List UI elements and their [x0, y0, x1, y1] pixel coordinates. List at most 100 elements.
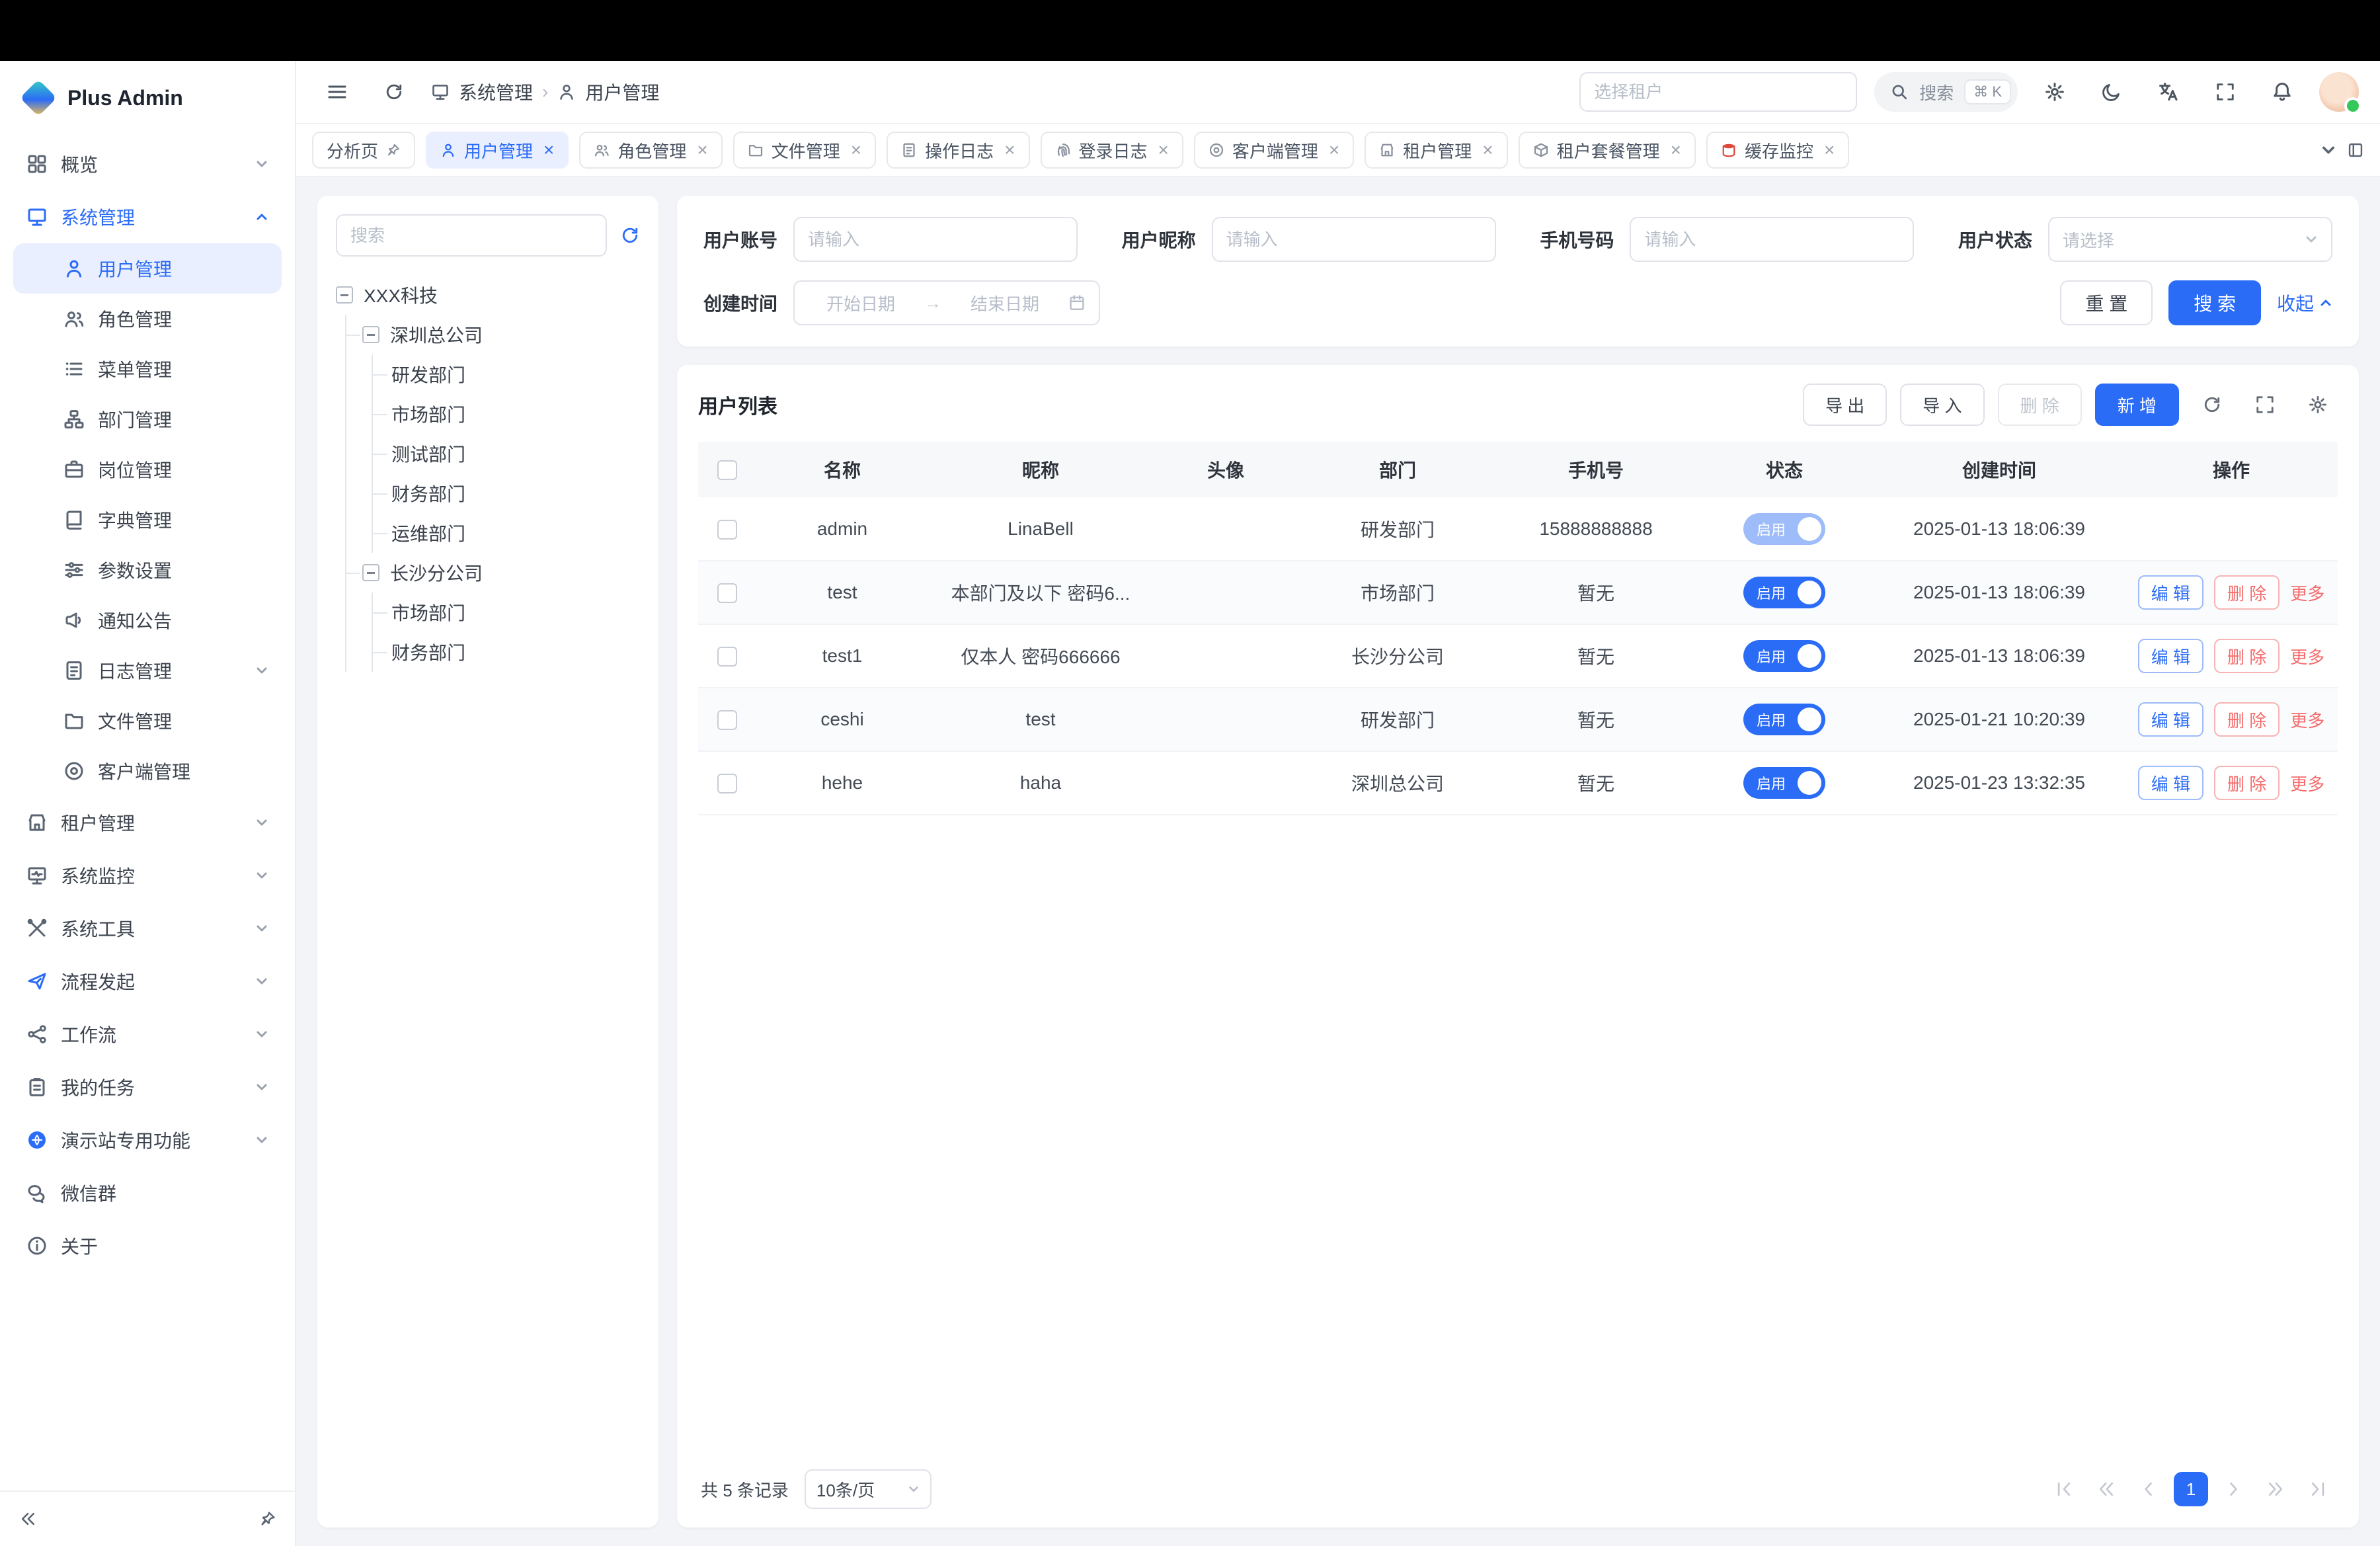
close-icon[interactable]: ×	[851, 141, 861, 159]
last-page-icon[interactable]	[2301, 1472, 2335, 1506]
sidebar-item-workflow[interactable]: 工作流	[13, 1008, 282, 1061]
sidebar-item-department-management[interactable]: 部门管理	[13, 394, 282, 444]
delete-button[interactable]: 删 除	[2214, 766, 2280, 800]
tree-node-dept[interactable]: 财务部门	[373, 632, 640, 672]
collapse-toggle-icon[interactable]	[362, 564, 379, 581]
search-button[interactable]: 搜 索	[2168, 280, 2261, 325]
next-jump-icon[interactable]	[2258, 1472, 2293, 1506]
sidebar-item-system-tools[interactable]: 系统工具	[13, 902, 282, 955]
sidebar-item-tenant-management[interactable]: 租户管理	[13, 796, 282, 849]
sidebar-item-post-management[interactable]: 岗位管理	[13, 444, 282, 495]
first-page-icon[interactable]	[2047, 1472, 2081, 1506]
close-icon[interactable]: ×	[1824, 141, 1835, 159]
status-toggle[interactable]: 启用	[1743, 640, 1825, 672]
more-button[interactable]: 更多	[2290, 581, 2324, 605]
status-toggle[interactable]: 启用	[1743, 513, 1825, 545]
close-icon[interactable]: ×	[1671, 141, 1681, 159]
row-checkbox[interactable]	[717, 774, 737, 793]
tabs-fullscreen-icon[interactable]	[2347, 142, 2364, 159]
dark-mode-moon-icon[interactable]	[2092, 72, 2131, 112]
edit-button[interactable]: 编 辑	[2138, 702, 2203, 737]
sidebar-item-param-settings[interactable]: 参数设置	[13, 545, 282, 595]
delete-button[interactable]: 删 除	[2214, 702, 2280, 737]
gear-icon[interactable]	[2035, 72, 2075, 112]
tab-client-management[interactable]: 客户端管理 ×	[1194, 132, 1354, 169]
add-button[interactable]: 新 增	[2095, 384, 2179, 426]
row-checkbox[interactable]	[717, 647, 737, 667]
tenant-select-input[interactable]	[1579, 72, 1857, 112]
sidebar-item-client-management[interactable]: 客户端管理	[13, 746, 282, 796]
date-range-picker[interactable]: 开始日期 → 结束日期	[793, 280, 1100, 325]
select-all-checkbox[interactable]	[717, 460, 737, 480]
tree-node-company[interactable]: 长沙分公司	[346, 553, 640, 592]
tree-node-dept[interactable]: 研发部门	[373, 354, 640, 394]
fullscreen-icon[interactable]	[2245, 385, 2285, 425]
tab-file-management[interactable]: 文件管理 ×	[733, 132, 876, 169]
sidebar-item-demo-features[interactable]: 演示站专用功能	[13, 1114, 282, 1166]
status-toggle[interactable]: 启用	[1743, 704, 1825, 735]
sidebar-item-my-tasks[interactable]: 我的任务	[13, 1061, 282, 1114]
edit-button[interactable]: 编 辑	[2138, 766, 2203, 800]
row-checkbox[interactable]	[717, 710, 737, 730]
account-input[interactable]	[793, 217, 1078, 262]
chevron-down-icon[interactable]	[2320, 142, 2336, 158]
tab-login-log[interactable]: 登录日志 ×	[1041, 132, 1183, 169]
status-select[interactable]: 请选择	[2048, 217, 2332, 262]
breadcrumb-item[interactable]: 系统管理	[459, 79, 533, 105]
tree-node-dept[interactable]: 市场部门	[373, 592, 640, 632]
global-search[interactable]: 搜索 ⌘ K	[1874, 72, 2018, 112]
refresh-icon[interactable]	[374, 72, 414, 112]
tab-analysis[interactable]: 分析页	[312, 132, 415, 169]
close-icon[interactable]: ×	[1004, 141, 1015, 159]
edit-button[interactable]: 编 辑	[2138, 575, 2203, 610]
nickname-input[interactable]	[1212, 217, 1496, 262]
next-page-icon[interactable]	[2216, 1472, 2250, 1506]
close-icon[interactable]: ×	[1329, 141, 1339, 159]
collapse-toggle-icon[interactable]	[362, 326, 379, 343]
delete-button[interactable]: 删 除	[2214, 575, 2280, 610]
close-icon[interactable]: ×	[697, 141, 707, 159]
tab-operation-log[interactable]: 操作日志 ×	[887, 132, 1029, 169]
translate-icon[interactable]	[2149, 72, 2188, 112]
tree-node-dept[interactable]: 测试部门	[373, 434, 640, 473]
tab-tenant-management[interactable]: 租户管理 ×	[1365, 132, 1507, 169]
tree-node-dept[interactable]: 运维部门	[373, 513, 640, 553]
sidebar-item-system-monitor[interactable]: 系统监控	[13, 849, 282, 902]
sidebar-item-role-management[interactable]: 角色管理	[13, 294, 282, 344]
collapse-filters-link[interactable]: 收起	[2277, 290, 2332, 316]
row-checkbox[interactable]	[717, 520, 737, 540]
pin-icon[interactable]	[259, 1510, 276, 1527]
tab-tenant-package-management[interactable]: 租户套餐管理 ×	[1519, 132, 1696, 169]
sidebar-item-process-start[interactable]: 流程发起	[13, 955, 282, 1008]
tree-node-root[interactable]: XXX科技	[336, 275, 640, 315]
gear-icon[interactable]	[2298, 385, 2338, 425]
more-button[interactable]: 更多	[2290, 771, 2324, 795]
refresh-icon[interactable]	[2192, 385, 2232, 425]
tab-cache-monitor[interactable]: 缓存监控 ×	[1706, 132, 1849, 169]
phone-input[interactable]	[1630, 217, 1914, 262]
tab-role-management[interactable]: 角色管理 ×	[579, 132, 722, 169]
sidebar-item-menu-management[interactable]: 菜单管理	[13, 344, 282, 394]
sidebar-item-notice[interactable]: 通知公告	[13, 595, 282, 645]
tree-node-dept[interactable]: 财务部门	[373, 473, 640, 513]
delete-button[interactable]: 删 除	[2214, 639, 2280, 673]
sidebar-item-dict-management[interactable]: 字典管理	[13, 495, 282, 545]
sidebar-item-about[interactable]: 关于	[13, 1219, 282, 1272]
delete-button[interactable]: 删 除	[1998, 384, 2082, 426]
import-button[interactable]: 导 入	[1900, 384, 1984, 426]
close-icon[interactable]: ×	[1158, 141, 1169, 159]
sidebar-item-log-management[interactable]: 日志管理	[13, 645, 282, 696]
pin-icon[interactable]	[386, 143, 401, 157]
tab-user-management[interactable]: 用户管理 ×	[426, 132, 569, 169]
more-button[interactable]: 更多	[2290, 644, 2324, 669]
close-icon[interactable]: ×	[543, 141, 554, 159]
tree-node-dept[interactable]: 市场部门	[373, 394, 640, 434]
more-button[interactable]: 更多	[2290, 708, 2324, 732]
export-button[interactable]: 导 出	[1803, 384, 1887, 426]
current-page-button[interactable]: 1	[2174, 1472, 2208, 1506]
reset-button[interactable]: 重 置	[2060, 280, 2153, 325]
tree-refresh-icon[interactable]	[620, 225, 640, 245]
prev-page-icon[interactable]	[2131, 1472, 2166, 1506]
sidebar-item-wechat-group[interactable]: 微信群	[13, 1166, 282, 1219]
sidebar-item-system[interactable]: 系统管理	[13, 190, 282, 243]
